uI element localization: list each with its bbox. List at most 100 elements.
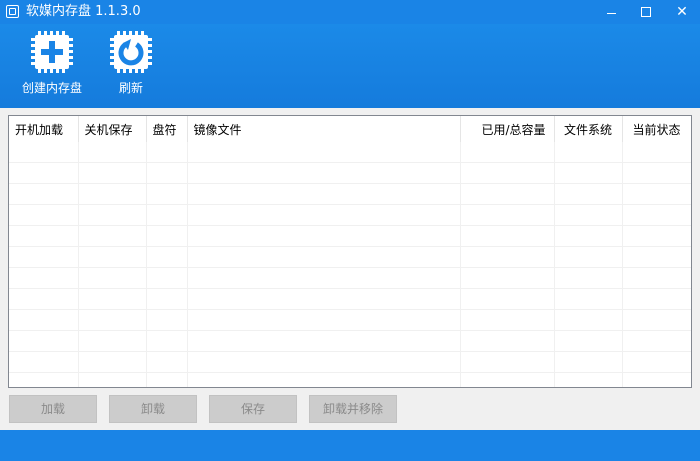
table-body xyxy=(9,142,691,387)
close-icon: ✕ xyxy=(676,4,688,20)
empty-grid-cell xyxy=(187,183,461,205)
empty-grid-cell xyxy=(554,246,623,268)
empty-grid-cell xyxy=(622,142,691,163)
close-button[interactable]: ✕ xyxy=(664,0,700,24)
empty-grid-row xyxy=(9,225,691,247)
empty-grid-cell xyxy=(554,162,623,184)
minimize-icon xyxy=(606,13,616,14)
empty-grid-cell xyxy=(622,309,691,331)
empty-grid-cell xyxy=(622,225,691,247)
empty-grid-cell xyxy=(460,142,555,163)
empty-grid-cell xyxy=(9,372,79,387)
empty-grid-cell xyxy=(146,162,188,184)
empty-grid-cell xyxy=(78,288,147,310)
empty-grid-cell xyxy=(78,267,147,289)
empty-grid-cell xyxy=(187,309,461,331)
empty-grid-row xyxy=(9,288,691,310)
empty-grid-cell xyxy=(78,372,147,387)
empty-grid-cell xyxy=(9,225,79,247)
empty-grid-cell xyxy=(460,372,555,387)
empty-grid-cell xyxy=(78,183,147,205)
column-used-total[interactable]: 已用/总容量 xyxy=(460,116,555,142)
column-drive-letter[interactable]: 盘符 xyxy=(146,116,188,142)
title-bar[interactable]: 软媒内存盘 1.1.3.0 ✕ xyxy=(0,0,700,24)
empty-grid-cell xyxy=(187,330,461,352)
empty-grid-cell xyxy=(554,288,623,310)
empty-grid-cell xyxy=(460,288,555,310)
empty-grid-cell xyxy=(146,267,188,289)
save-button[interactable]: 保存 xyxy=(209,395,297,423)
window-title: 软媒内存盘 1.1.3.0 xyxy=(26,4,141,19)
empty-grid-cell xyxy=(9,162,79,184)
empty-grid-cell xyxy=(187,351,461,373)
empty-grid-cell xyxy=(460,351,555,373)
empty-grid-row xyxy=(9,309,691,331)
column-image-file[interactable]: 镜像文件 xyxy=(187,116,461,142)
action-bar: 加载 卸载 保存 卸载并移除 xyxy=(0,388,700,430)
empty-grid-cell xyxy=(554,330,623,352)
empty-grid-cell xyxy=(554,351,623,373)
empty-grid-cell xyxy=(187,288,461,310)
minimize-button[interactable] xyxy=(593,0,629,24)
empty-grid-cell xyxy=(146,142,188,163)
column-filesystem[interactable]: 文件系统 xyxy=(554,116,623,142)
empty-grid-cell xyxy=(622,372,691,387)
app-icon xyxy=(6,5,19,18)
empty-grid-cell xyxy=(78,309,147,331)
empty-grid-row xyxy=(9,204,691,226)
ramdisk-table[interactable]: 开机加载 关机保存 盘符 镜像文件 已用/总容量 文件系统 当前状态 xyxy=(8,115,692,388)
column-status[interactable]: 当前状态 xyxy=(622,116,691,142)
column-boot-load[interactable]: 开机加载 xyxy=(9,116,79,142)
empty-grid-cell xyxy=(622,351,691,373)
table-header-row: 开机加载 关机保存 盘符 镜像文件 已用/总容量 文件系统 当前状态 xyxy=(9,116,691,142)
empty-grid-cell xyxy=(78,162,147,184)
empty-grid-cell xyxy=(9,142,79,163)
empty-grid-cell xyxy=(187,142,461,163)
empty-grid-cell xyxy=(622,246,691,268)
empty-grid-row xyxy=(9,351,691,373)
empty-grid-row xyxy=(9,330,691,352)
empty-grid-cell xyxy=(9,330,79,352)
plus-chip-icon xyxy=(31,31,73,73)
empty-grid-row xyxy=(9,372,691,387)
empty-grid-cell xyxy=(460,267,555,289)
empty-grid-cell xyxy=(460,309,555,331)
empty-grid-cell xyxy=(622,204,691,226)
empty-grid-cell xyxy=(187,267,461,289)
unload-remove-button[interactable]: 卸载并移除 xyxy=(309,395,397,423)
empty-grid-cell xyxy=(554,183,623,205)
empty-grid-cell xyxy=(460,204,555,226)
empty-grid-cell xyxy=(187,204,461,226)
toolbar: 创建内存盘 刷新 xyxy=(0,24,700,108)
create-ramdisk-label: 创建内存盘 xyxy=(21,81,82,95)
empty-grid-cell xyxy=(622,330,691,352)
refresh-button[interactable]: 刷新 xyxy=(93,30,169,102)
empty-grid-row xyxy=(9,183,691,205)
empty-grid-cell xyxy=(146,372,188,387)
empty-grid-cell xyxy=(9,288,79,310)
load-button[interactable]: 加载 xyxy=(9,395,97,423)
empty-grid-cell xyxy=(460,246,555,268)
empty-grid-cell xyxy=(78,142,147,163)
empty-grid-cell xyxy=(460,225,555,247)
empty-grid-row xyxy=(9,162,691,184)
status-bar xyxy=(0,430,700,461)
empty-grid-cell xyxy=(554,225,623,247)
refresh-label: 刷新 xyxy=(118,81,143,95)
empty-grid-cell xyxy=(78,225,147,247)
empty-grid-cell xyxy=(554,204,623,226)
empty-grid-row xyxy=(9,142,691,163)
maximize-button[interactable] xyxy=(628,0,664,24)
empty-grid-cell xyxy=(146,225,188,247)
empty-grid-cell xyxy=(622,288,691,310)
empty-grid-cell xyxy=(78,330,147,352)
empty-grid-cell xyxy=(622,162,691,184)
create-ramdisk-button[interactable]: 创建内存盘 xyxy=(14,30,90,102)
unload-button[interactable]: 卸载 xyxy=(109,395,197,423)
empty-grid-cell xyxy=(78,246,147,268)
empty-grid-cell xyxy=(554,372,623,387)
refresh-chip-icon xyxy=(110,31,152,73)
column-shutdown-save[interactable]: 关机保存 xyxy=(78,116,147,142)
empty-grid-row xyxy=(9,267,691,289)
empty-grid-cell xyxy=(9,351,79,373)
